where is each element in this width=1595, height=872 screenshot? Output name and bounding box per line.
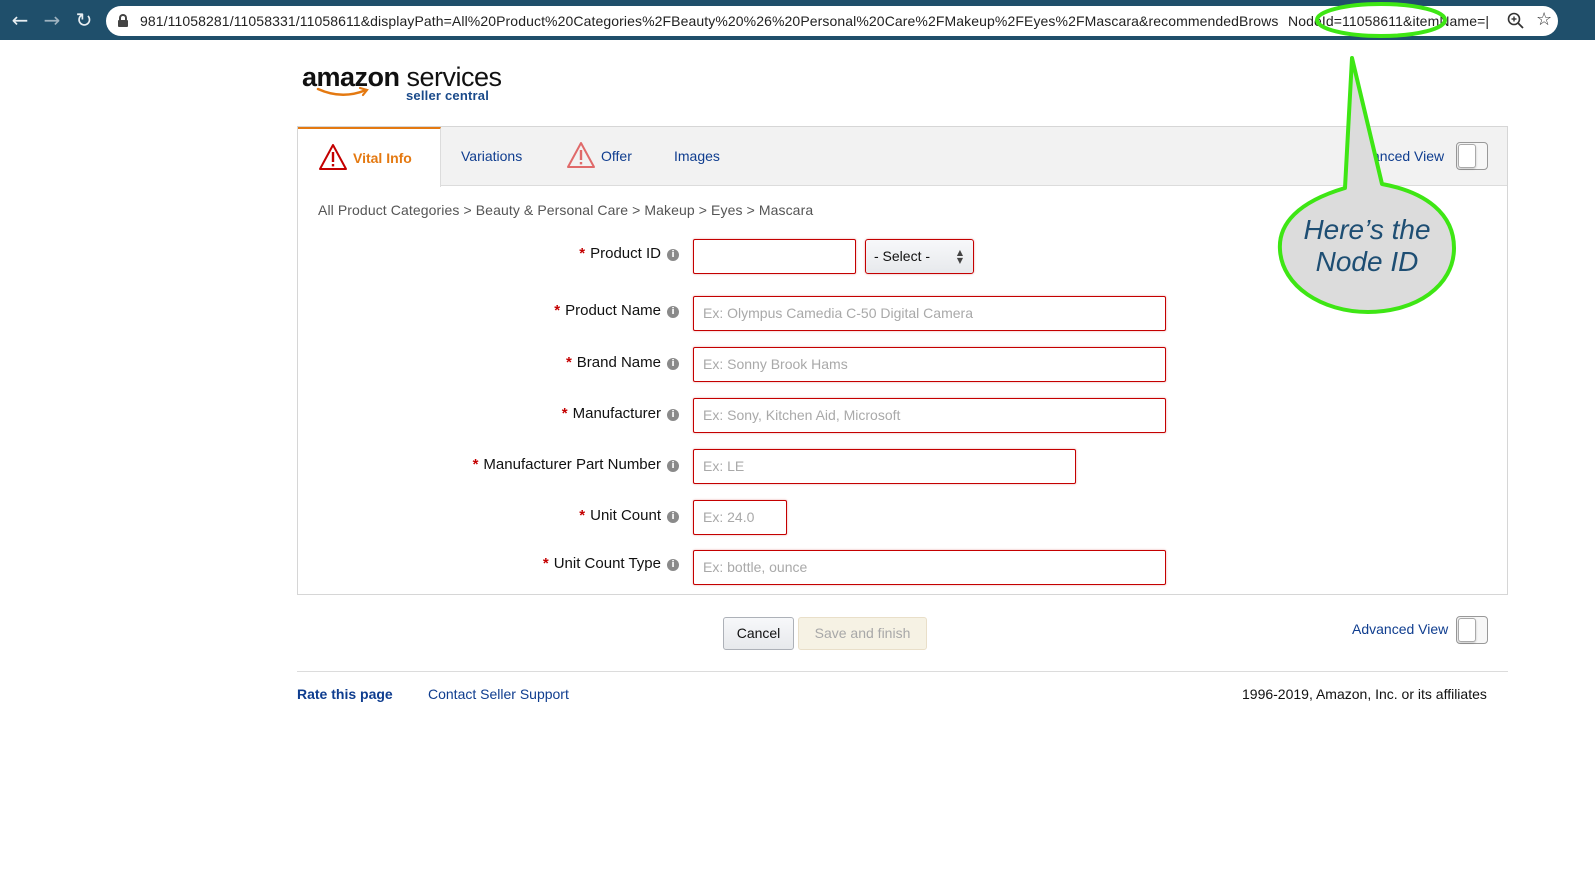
tab-label: Vital Info [353, 150, 412, 166]
contact-seller-support-link[interactable]: Contact Seller Support [428, 686, 569, 702]
product-name-label: * Product Name i [554, 302, 679, 319]
reload-icon[interactable]: ↻ [72, 8, 96, 32]
forward-arrow-icon[interactable]: → [40, 8, 64, 32]
callout-line1: Here’s the [1303, 214, 1431, 245]
product-id-input[interactable] [693, 239, 856, 274]
bookmark-star-icon[interactable]: ☆ [1536, 9, 1552, 30]
toggle-knob [1458, 618, 1476, 642]
info-icon[interactable]: i [667, 358, 679, 370]
category-breadcrumb[interactable]: All Product Categories > Beauty & Person… [318, 202, 813, 218]
advanced-view-label-bottom[interactable]: Advanced View [1352, 621, 1448, 637]
cancel-button[interactable]: Cancel [723, 617, 794, 650]
brand-name-label: * Brand Name i [566, 354, 679, 371]
brand-name-input[interactable]: Ex: Sonny Brook Hams [693, 347, 1166, 382]
part-number-input[interactable]: Ex: LE [693, 449, 1076, 484]
tab-images[interactable]: Images [674, 127, 720, 186]
required-mark: * [579, 245, 586, 262]
unit-count-type-label: * Unit Count Type i [543, 555, 679, 572]
back-arrow-icon[interactable]: ← [8, 8, 32, 32]
info-icon[interactable]: i [667, 249, 679, 261]
info-icon[interactable]: i [667, 511, 679, 523]
unit-count-label: * Unit Count i [579, 507, 679, 524]
warning-icon [319, 144, 347, 170]
logo-subtitle: seller central [406, 88, 490, 103]
tab-offer[interactable]: Offer [566, 127, 646, 186]
tab-label: Offer [601, 148, 632, 164]
product-name-input[interactable]: Ex: Olympus Camedia C-50 Digital Camera [693, 296, 1166, 331]
info-icon[interactable]: i [667, 460, 679, 472]
save-and-finish-button[interactable]: Save and finish [798, 617, 927, 650]
product-id-type-select[interactable]: - Select - ▲ ▼ [865, 239, 974, 274]
info-icon[interactable]: i [667, 559, 679, 571]
warning-icon [567, 142, 595, 168]
unit-count-type-input[interactable]: Ex: bottle, ounce [693, 550, 1166, 585]
select-value: - Select - [874, 248, 931, 264]
amazon-services-logo[interactable]: amazon services seller central [302, 62, 512, 104]
lock-icon [118, 14, 128, 27]
zoom-magnifier-icon[interactable] [1506, 11, 1526, 31]
callout-text: Here’s the Node ID [1282, 214, 1452, 278]
callout-line2: Node ID [1315, 246, 1419, 277]
tab-variations[interactable]: Variations [461, 127, 522, 186]
footer-divider [297, 671, 1508, 672]
rate-this-page-link[interactable]: Rate this page [297, 686, 393, 702]
url-prefix: 981/11058281/11058331/11058611&displayPa… [140, 13, 1279, 29]
tab-label: Images [674, 148, 720, 164]
info-icon[interactable]: i [667, 409, 679, 421]
advanced-view-toggle-bottom[interactable] [1456, 616, 1488, 644]
tab-label: Variations [461, 148, 523, 164]
manufacturer-label: * Manufacturer i [562, 405, 679, 422]
select-arrows-icon: ▲ ▼ [956, 248, 963, 265]
amazon-smile-icon [316, 86, 369, 97]
manufacturer-input[interactable]: Ex: Sony, Kitchen Aid, Microsoft [693, 398, 1166, 433]
tab-vital-info[interactable]: Vital Info [298, 127, 441, 187]
info-icon[interactable]: i [667, 306, 679, 318]
product-id-label: * Product ID i [579, 245, 679, 262]
part-number-label: * Manufacturer Part Number i [473, 456, 679, 473]
copyright-text: 1996-2019, Amazon, Inc. or its affiliate… [1242, 686, 1487, 702]
unit-count-input[interactable]: Ex: 24.0 [693, 500, 787, 535]
